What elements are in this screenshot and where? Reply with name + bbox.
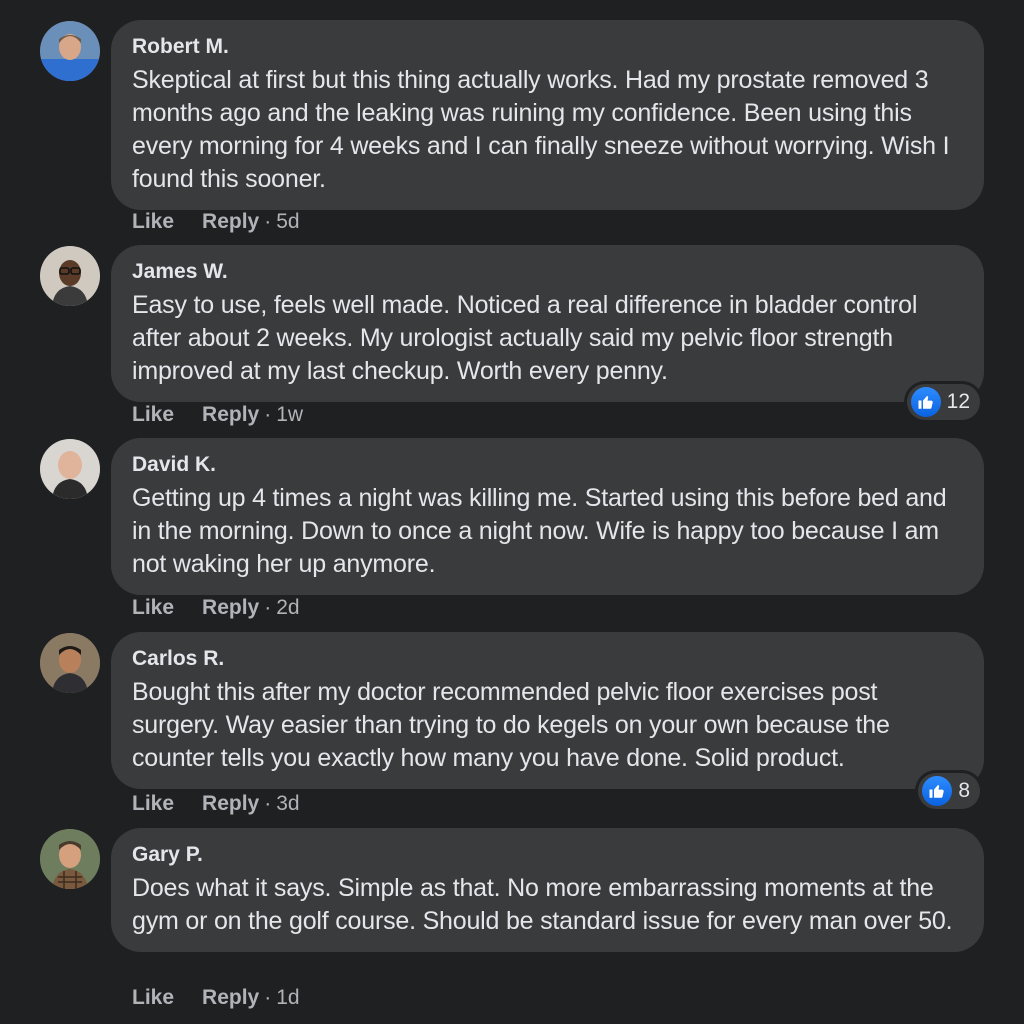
comment-bubble: James W. Easy to use, feels well made. N… bbox=[111, 245, 984, 402]
user-avatar[interactable] bbox=[40, 829, 100, 889]
like-button[interactable]: Like bbox=[132, 596, 174, 620]
reply-button[interactable]: Reply bbox=[202, 403, 259, 427]
comment-time[interactable]: 5d bbox=[276, 210, 299, 234]
reply-button[interactable]: Reply bbox=[202, 986, 259, 1010]
thumbs-up-icon bbox=[922, 776, 953, 806]
separator: · bbox=[264, 403, 272, 426]
comment-bubble: Gary P. Does what it says. Simple as tha… bbox=[111, 828, 984, 952]
like-button[interactable]: Like bbox=[132, 210, 174, 234]
comment-author[interactable]: Carlos R. bbox=[132, 646, 964, 672]
comment-bubble: Carlos R. Bought this after my doctor re… bbox=[111, 632, 984, 789]
comment-author[interactable]: David K. bbox=[132, 452, 964, 478]
separator: · bbox=[264, 986, 272, 1009]
comment-actions: Like Reply · 2d bbox=[132, 596, 300, 620]
comment-time[interactable]: 1d bbox=[276, 986, 299, 1010]
comment-author[interactable]: James W. bbox=[132, 259, 964, 285]
separator: · bbox=[264, 792, 272, 815]
comment-actions: Like Reply · 1d bbox=[132, 986, 300, 1010]
comment-text: Skeptical at first but this thing actual… bbox=[132, 66, 950, 193]
reply-button[interactable]: Reply bbox=[202, 792, 259, 816]
comment-bubble: David K. Getting up 4 times a night was … bbox=[111, 438, 984, 595]
comment-author[interactable]: Gary P. bbox=[132, 842, 964, 868]
comment-text: Easy to use, feels well made. Noticed a … bbox=[132, 291, 918, 385]
separator: · bbox=[264, 596, 272, 619]
avatar-gary-icon bbox=[40, 829, 100, 889]
comment-time[interactable]: 2d bbox=[276, 596, 299, 620]
reaction-count: 12 bbox=[946, 390, 970, 413]
comment-author[interactable]: Robert M. bbox=[132, 34, 964, 60]
reaction-count-pill[interactable]: 8 bbox=[918, 773, 980, 809]
comment-text: Getting up 4 times a night was killing m… bbox=[132, 484, 947, 578]
comment-thread: Robert M. Skeptical at first but this th… bbox=[0, 0, 1024, 1024]
reaction-count-pill[interactable]: 12 bbox=[906, 384, 980, 420]
user-avatar[interactable] bbox=[40, 21, 100, 81]
separator: · bbox=[264, 210, 272, 233]
comment-text: Bought this after my doctor recommended … bbox=[132, 678, 890, 772]
comment-text: Does what it says. Simple as that. No mo… bbox=[132, 874, 953, 935]
comment-bubble: Robert M. Skeptical at first but this th… bbox=[111, 20, 984, 210]
reply-button[interactable]: Reply bbox=[202, 596, 259, 620]
comment-actions: Like Reply · 5d bbox=[132, 210, 300, 234]
comment-time[interactable]: 1w bbox=[276, 403, 303, 427]
thumbs-up-icon bbox=[910, 387, 941, 417]
comment-actions: Like Reply · 1w bbox=[132, 403, 303, 427]
reaction-count: 8 bbox=[958, 779, 970, 802]
like-button[interactable]: Like bbox=[132, 792, 174, 816]
avatar-carlos-icon bbox=[40, 633, 100, 693]
user-avatar[interactable] bbox=[40, 633, 100, 693]
comment-time[interactable]: 3d bbox=[276, 792, 299, 816]
reply-button[interactable]: Reply bbox=[202, 210, 259, 234]
user-avatar[interactable] bbox=[40, 246, 100, 306]
user-avatar[interactable] bbox=[40, 439, 100, 499]
comment-actions: Like Reply · 3d bbox=[132, 792, 300, 816]
avatar-robert-icon bbox=[40, 21, 100, 81]
like-button[interactable]: Like bbox=[132, 986, 174, 1010]
like-button[interactable]: Like bbox=[132, 403, 174, 427]
avatar-david-icon bbox=[40, 439, 100, 499]
avatar-james-icon bbox=[40, 246, 100, 306]
